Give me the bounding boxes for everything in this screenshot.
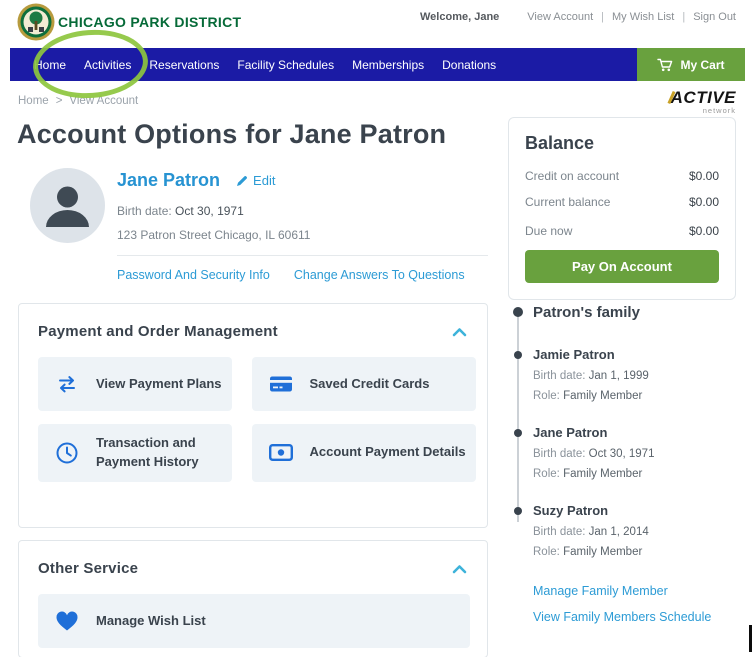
view-account-link[interactable]: View Account [519, 11, 601, 23]
family-member-jamie: Jamie Patron Birth date: Jan 1, 1999 Rol… [509, 347, 745, 402]
view-family-schedule-link[interactable]: View Family Members Schedule [533, 610, 745, 624]
my-cart-label: My Cart [680, 57, 725, 72]
collapse-chevron-up-icon[interactable] [452, 327, 467, 337]
sign-out-link[interactable]: Sign Out [685, 11, 744, 23]
nav-item-home[interactable]: Home [25, 58, 75, 72]
manage-family-member-link[interactable]: Manage Family Member [533, 584, 745, 598]
pencil-icon [236, 175, 248, 187]
my-wish-list-link[interactable]: My Wish List [604, 11, 682, 23]
active-logo-subtext: network [702, 106, 736, 115]
nav-item-reservations[interactable]: Reservations [140, 58, 228, 72]
password-security-link[interactable]: Password And Security Info [117, 268, 270, 282]
balance-row-due: Due now $0.00 [525, 224, 719, 238]
cursor-artifact [749, 625, 752, 652]
view-payment-plans-tile[interactable]: View Payment Plans [38, 357, 232, 411]
other-service-section: Other Service Manage Wish List [18, 540, 488, 657]
avatar [30, 168, 105, 243]
edit-profile-link[interactable]: Edit [236, 173, 275, 188]
page-title: Account Options for Jane Patron [17, 119, 447, 149]
profile-summary: Jane Patron Edit Birth date: Oct 30, 197… [117, 170, 488, 282]
balance-row-credit: Credit on account $0.00 [525, 169, 719, 183]
park-district-seal-logo [17, 3, 55, 41]
nav-item-activities[interactable]: Activities [75, 58, 140, 72]
profile-name: Jane Patron [117, 170, 221, 190]
credit-card-icon [269, 375, 293, 393]
cart-icon [657, 58, 673, 72]
family-panel: Patron's family Jamie Patron Birth date:… [509, 304, 745, 624]
breadcrumb: Home > View Account [18, 95, 138, 107]
timeline-bullet [514, 351, 522, 359]
breadcrumb-home-link[interactable]: Home [18, 95, 49, 107]
payment-section-title: Payment and Order Management [38, 323, 278, 340]
active-logo-text: ACTIVE [667, 88, 736, 107]
clock-icon [55, 441, 79, 465]
saved-credit-cards-tile[interactable]: Saved Credit Cards [251, 357, 476, 411]
pay-on-account-button[interactable]: Pay On Account [525, 250, 719, 283]
address-row: 123 Patron Street Chicago, IL 60611 [117, 228, 311, 242]
other-section-title: Other Service [38, 560, 139, 577]
balance-panel: Balance Credit on account $0.00 Current … [508, 117, 736, 300]
account-payment-details-tile[interactable]: Account Payment Details [251, 424, 476, 482]
transaction-history-tile[interactable]: Transaction and Payment History [38, 424, 232, 482]
payment-order-section: Payment and Order Management View Paymen… [18, 303, 488, 528]
family-member-jane: Jane Patron Birth date: Oct 30, 1971 Rol… [509, 425, 745, 480]
balance-title: Balance [525, 133, 595, 153]
welcome-text: Welcome, Jane [420, 11, 500, 23]
family-member-suzy: Suzy Patron Birth date: Jan 1, 2014 Role… [509, 503, 745, 558]
account-utility-bar: Welcome, Jane View Account | My Wish Lis… [420, 11, 744, 23]
balance-row-current: Current balance $0.00 [525, 195, 719, 209]
manage-wish-list-tile[interactable]: Manage Wish List [38, 594, 470, 648]
timeline-bullet [514, 429, 522, 437]
family-title: Patron's family [533, 304, 640, 321]
timeline-bullet [514, 507, 522, 515]
transfer-arrows-icon [55, 374, 79, 394]
heart-icon [55, 610, 79, 632]
main-nav: Home Activities Reservations Facility Sc… [10, 48, 745, 81]
breadcrumb-current: View Account [69, 95, 139, 107]
brand-title: CHICAGO PARK DISTRICT [58, 14, 242, 30]
my-cart-button[interactable]: My Cart [637, 48, 745, 81]
collapse-chevron-up-icon[interactable] [452, 564, 467, 574]
nav-item-facility-schedules[interactable]: Facility Schedules [228, 58, 343, 72]
divider [117, 255, 488, 256]
active-network-logo: ACTIVE network [667, 88, 736, 115]
timeline-bullet [513, 307, 523, 317]
birth-date-row: Birth date: Oct 30, 1971 [117, 204, 244, 218]
change-answers-link[interactable]: Change Answers To Questions [294, 268, 465, 282]
nav-item-donations[interactable]: Donations [433, 58, 505, 72]
nav-item-memberships[interactable]: Memberships [343, 58, 433, 72]
banknote-icon [268, 444, 293, 462]
edit-label: Edit [253, 173, 276, 188]
breadcrumb-separator: > [55, 95, 63, 107]
